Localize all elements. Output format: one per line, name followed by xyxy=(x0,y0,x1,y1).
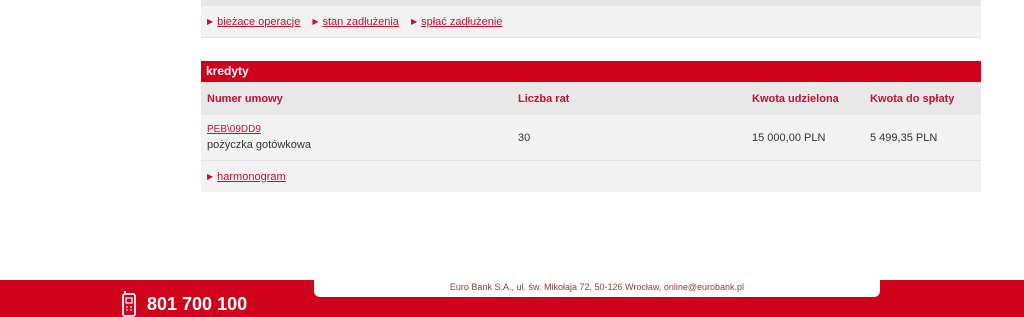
column-header-amount-granted: Kwota udzielona xyxy=(752,93,839,105)
arrow-right-icon: ▶ xyxy=(207,172,214,181)
arrow-right-icon: ▶ xyxy=(312,17,319,26)
table-row: PEB\09DD9 pożyczka gotówkowa 30 15 000,0… xyxy=(201,115,981,161)
schedule-link-item[interactable]: ▶ harmonogram xyxy=(207,171,286,183)
current-operations-link-item[interactable]: ▶ bieżace operacje xyxy=(207,16,300,28)
hotline-number: 801 700 100 xyxy=(147,293,248,314)
debt-status-link-item[interactable]: ▶ stan zadłużenia xyxy=(312,16,399,28)
repay-debt-link[interactable]: spłać zadłużenie xyxy=(421,16,502,28)
installments-value: 30 xyxy=(518,132,531,144)
arrow-right-icon: ▶ xyxy=(410,17,418,26)
mobile-phone-icon xyxy=(122,291,136,317)
credit-actions-bar: ▶ harmonogram xyxy=(201,161,981,192)
schedule-link[interactable]: harmonogram xyxy=(217,171,285,183)
amount-granted-value: 15 000,00 PLN xyxy=(752,132,826,144)
account-actions-bar: ▶ bieżace operacje ▶ stan zadłużenia ▶ s… xyxy=(201,6,981,38)
hotline: 801 700 100 xyxy=(121,291,247,317)
credits-table-header: Numer umowy Liczba rat Kwota udzielona K… xyxy=(201,82,981,115)
contract-number-link[interactable]: PEB\09DD9 xyxy=(207,124,261,135)
column-header-installments: Liczba rat xyxy=(518,93,570,105)
current-operations-link[interactable]: bieżace operacje xyxy=(217,16,300,28)
column-header-contract-number: Numer umowy xyxy=(207,93,283,105)
repay-debt-link-item[interactable]: ▶ spłać zadłużenie xyxy=(411,16,503,28)
debt-status-link[interactable]: stan zadłużenia xyxy=(322,16,398,28)
product-name: pożyczka gotówkowa xyxy=(207,139,311,151)
credits-section-title: kredyty xyxy=(201,61,981,82)
amount-to-repay-value: 5 499,35 PLN xyxy=(870,132,938,144)
arrow-right-icon: ▶ xyxy=(207,17,214,26)
footer-address: Euro Bank S.A., ul. św. Mikołaja 72, 50-… xyxy=(314,278,880,297)
column-header-amount-to-repay: Kwota do spłaty xyxy=(870,93,955,105)
